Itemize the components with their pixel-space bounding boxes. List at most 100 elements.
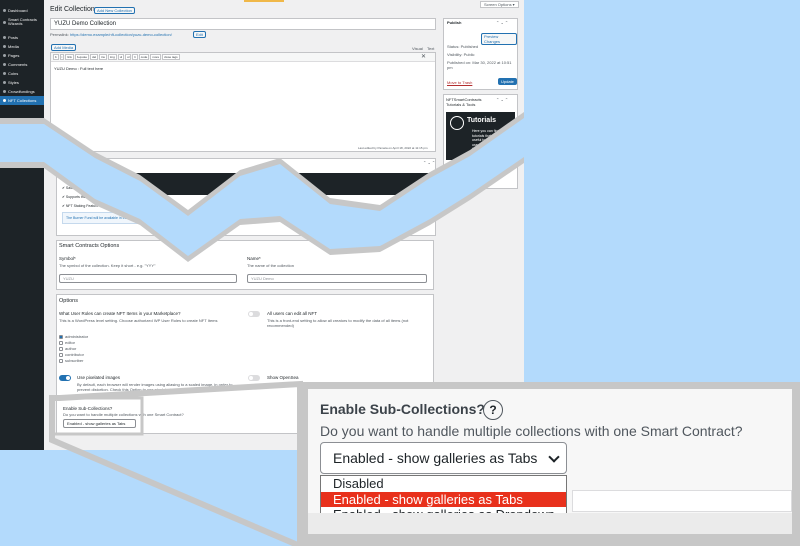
roles-list: administrator editor author contributor … [59, 334, 88, 364]
sidebar-item-comments[interactable]: Comments [0, 60, 44, 69]
sub-collections-dropdown[interactable]: Enabled - show galleries as Tabs [320, 442, 567, 474]
dropdown-selected-value: Enabled - show galleries as Tabs [333, 450, 538, 466]
features-notice: The Burner Fund will be available in the… [62, 212, 236, 224]
top-area [44, 0, 524, 6]
feature-item: ✔ NFT Staking Feature [62, 204, 99, 208]
quicktag-button[interactable]: li [132, 54, 138, 60]
add-media-button[interactable]: Add Media [51, 44, 77, 51]
page-title: Edit Collection [50, 6, 95, 13]
quicktag-button[interactable]: more [150, 54, 162, 60]
all-users-help: This is a front-end setting to allow all… [267, 318, 409, 328]
sidebar-item-posts[interactable]: Posts [0, 33, 44, 42]
quicktag-button[interactable]: img [107, 54, 117, 60]
dropdown-option-tabs[interactable]: Enabled - show galleries as Tabs [321, 491, 566, 507]
smart-contracts-title: Smart Contracts Options [59, 243, 120, 249]
name-label: Name* [247, 256, 261, 261]
quicktag-button[interactable]: link [65, 54, 74, 60]
features-list: ✔ Awesome ✔ Sales and auctions ✔ Support… [62, 175, 132, 211]
sidebar-item-nft-collections[interactable]: NFT Collections [0, 96, 44, 105]
symbol-input[interactable]: YUZU [59, 274, 237, 283]
sidebar-label: Coins [8, 71, 19, 76]
quicktag-button[interactable]: close tags [162, 54, 180, 60]
text-tab[interactable]: Text [427, 46, 434, 51]
pin-icon [3, 36, 6, 39]
wizard-icon [3, 20, 6, 24]
style-icon [3, 81, 6, 84]
permalink-label: Permalink: [50, 32, 69, 37]
tutorials-logo-icon [450, 116, 464, 130]
symbol-help: The symbol of the collection. Keep it sh… [59, 263, 156, 268]
name-input[interactable]: YUZU Demo [247, 274, 427, 283]
sub-collections-select[interactable]: Enabled - show galleries as Tabs [63, 419, 136, 428]
sidebar-label: Media [8, 44, 19, 49]
tutorials-banner[interactable]: Tutorials Here you can find a few tutori… [446, 112, 515, 160]
pixelated-label: Use pixelated images [77, 375, 121, 380]
publish-box: Publish ⌃ ⌄ ⌃ Preview Changes Status: Pu… [443, 18, 518, 90]
sidebar-item-dashboard[interactable]: Dashboard [0, 6, 44, 15]
quicktag-button[interactable]: i [59, 54, 65, 60]
coin-icon [3, 72, 6, 75]
crowdfunding-icon [3, 90, 6, 93]
permalink-link[interactable]: https://demo.example/nft-collection/yuzu… [70, 32, 172, 37]
sidebar-label: Crowdfundings [8, 89, 35, 94]
status-label: Status: Published [447, 44, 479, 49]
quicktag-button[interactable]: b [53, 54, 59, 60]
collapse-icons[interactable]: ⌃ ⌄ ⌃ [496, 20, 508, 25]
all-users-label: All users can edit all NFT [267, 311, 318, 316]
sidebar-label: NFT Collections [8, 98, 37, 103]
sub-collections-help: Do you want to handle multiple collectio… [63, 412, 184, 417]
quicktag-button[interactable]: ol [125, 54, 132, 60]
quicktag-button[interactable]: code [138, 54, 150, 60]
tutorials-description: Here you can find a few tutorials that m… [472, 129, 511, 151]
all-users-toggle[interactable] [248, 311, 260, 317]
sidebar-label: Dashboard [8, 8, 28, 13]
sub-collections-label: Enable Sub-Collections? [63, 406, 113, 411]
visual-tab[interactable]: Visual [412, 46, 423, 51]
update-button[interactable]: Update [498, 78, 517, 85]
sidebar-item-coins[interactable]: Coins [0, 69, 44, 78]
feature-item: ✔ Awesome [62, 177, 82, 181]
quicktag-button[interactable]: ul [117, 54, 125, 60]
screen-options-button[interactable]: Screen Options ▾ [480, 1, 519, 8]
role-checkbox[interactable]: subscriber [59, 358, 88, 364]
quicktag-button[interactable]: del [90, 54, 99, 60]
trash-link[interactable]: Move to Trash [447, 80, 472, 85]
sidebar-label: Comments [8, 62, 28, 67]
sidebar-item-pages[interactable]: Pages [0, 51, 44, 60]
options-title: Options [59, 298, 78, 304]
media-icon [3, 45, 6, 48]
permalink-edit-button[interactable]: Edit [193, 31, 206, 38]
dashboard-icon [3, 9, 6, 12]
chevron-down-icon [548, 451, 560, 463]
collapse-icons[interactable]: ⌃ ⌄ ⌃ [423, 160, 435, 165]
opensea-toggle[interactable] [248, 375, 260, 381]
quicktag-button[interactable]: b-quote [74, 54, 90, 60]
name-help: The name of the collection [247, 263, 294, 268]
sidebar-item-styles[interactable]: Styles [0, 78, 44, 87]
title-input[interactable]: YUZU Demo Collection [50, 18, 436, 30]
zoom-sub-collections-description: Do you want to handle multiple collectio… [320, 423, 743, 439]
admin-sidebar: Dashboard Smart Contracts Wizards Posts … [0, 0, 44, 450]
admin-bar-accent [244, 0, 284, 2]
quicktag-button[interactable]: ins [99, 54, 107, 60]
published-on-label: Published on: Mar 30, 2022 at 10:51 pm [447, 60, 512, 70]
smart-contracts-box: Smart Contracts Options Symbol* The symb… [56, 240, 434, 290]
add-new-collection-button[interactable]: Add New Collection [94, 7, 135, 14]
help-icon[interactable]: ? [483, 400, 503, 420]
collapse-icons[interactable]: ⌃ ⌄ ⌃ [496, 97, 508, 102]
dropdown-option-disabled[interactable]: Disabled [321, 476, 566, 492]
sidebar-label: Pages [8, 53, 20, 58]
zoom-adjacent-field [572, 490, 792, 512]
publish-title: Publish [447, 20, 462, 25]
preview-changes-button[interactable]: Preview Changes [481, 33, 517, 45]
editor-content: YUZU Demo : Full text here [54, 66, 104, 71]
sidebar-label: Posts [8, 35, 19, 40]
sidebar-item-smart-contracts[interactable]: Smart Contracts Wizards [0, 15, 44, 29]
tutorials-box-title: NFTSmartContracts Tutorials & Tools [446, 97, 482, 107]
pixelated-toggle[interactable] [59, 375, 71, 381]
page-icon [3, 54, 6, 57]
sidebar-item-media[interactable]: Media [0, 42, 44, 51]
close-icon[interactable]: ✕ [421, 53, 426, 60]
editor-area[interactable]: b i link b-quote del ins img ul ol li code more clos… [50, 52, 436, 152]
sidebar-item-crowdfundings[interactable]: Crowdfundings [0, 87, 44, 96]
